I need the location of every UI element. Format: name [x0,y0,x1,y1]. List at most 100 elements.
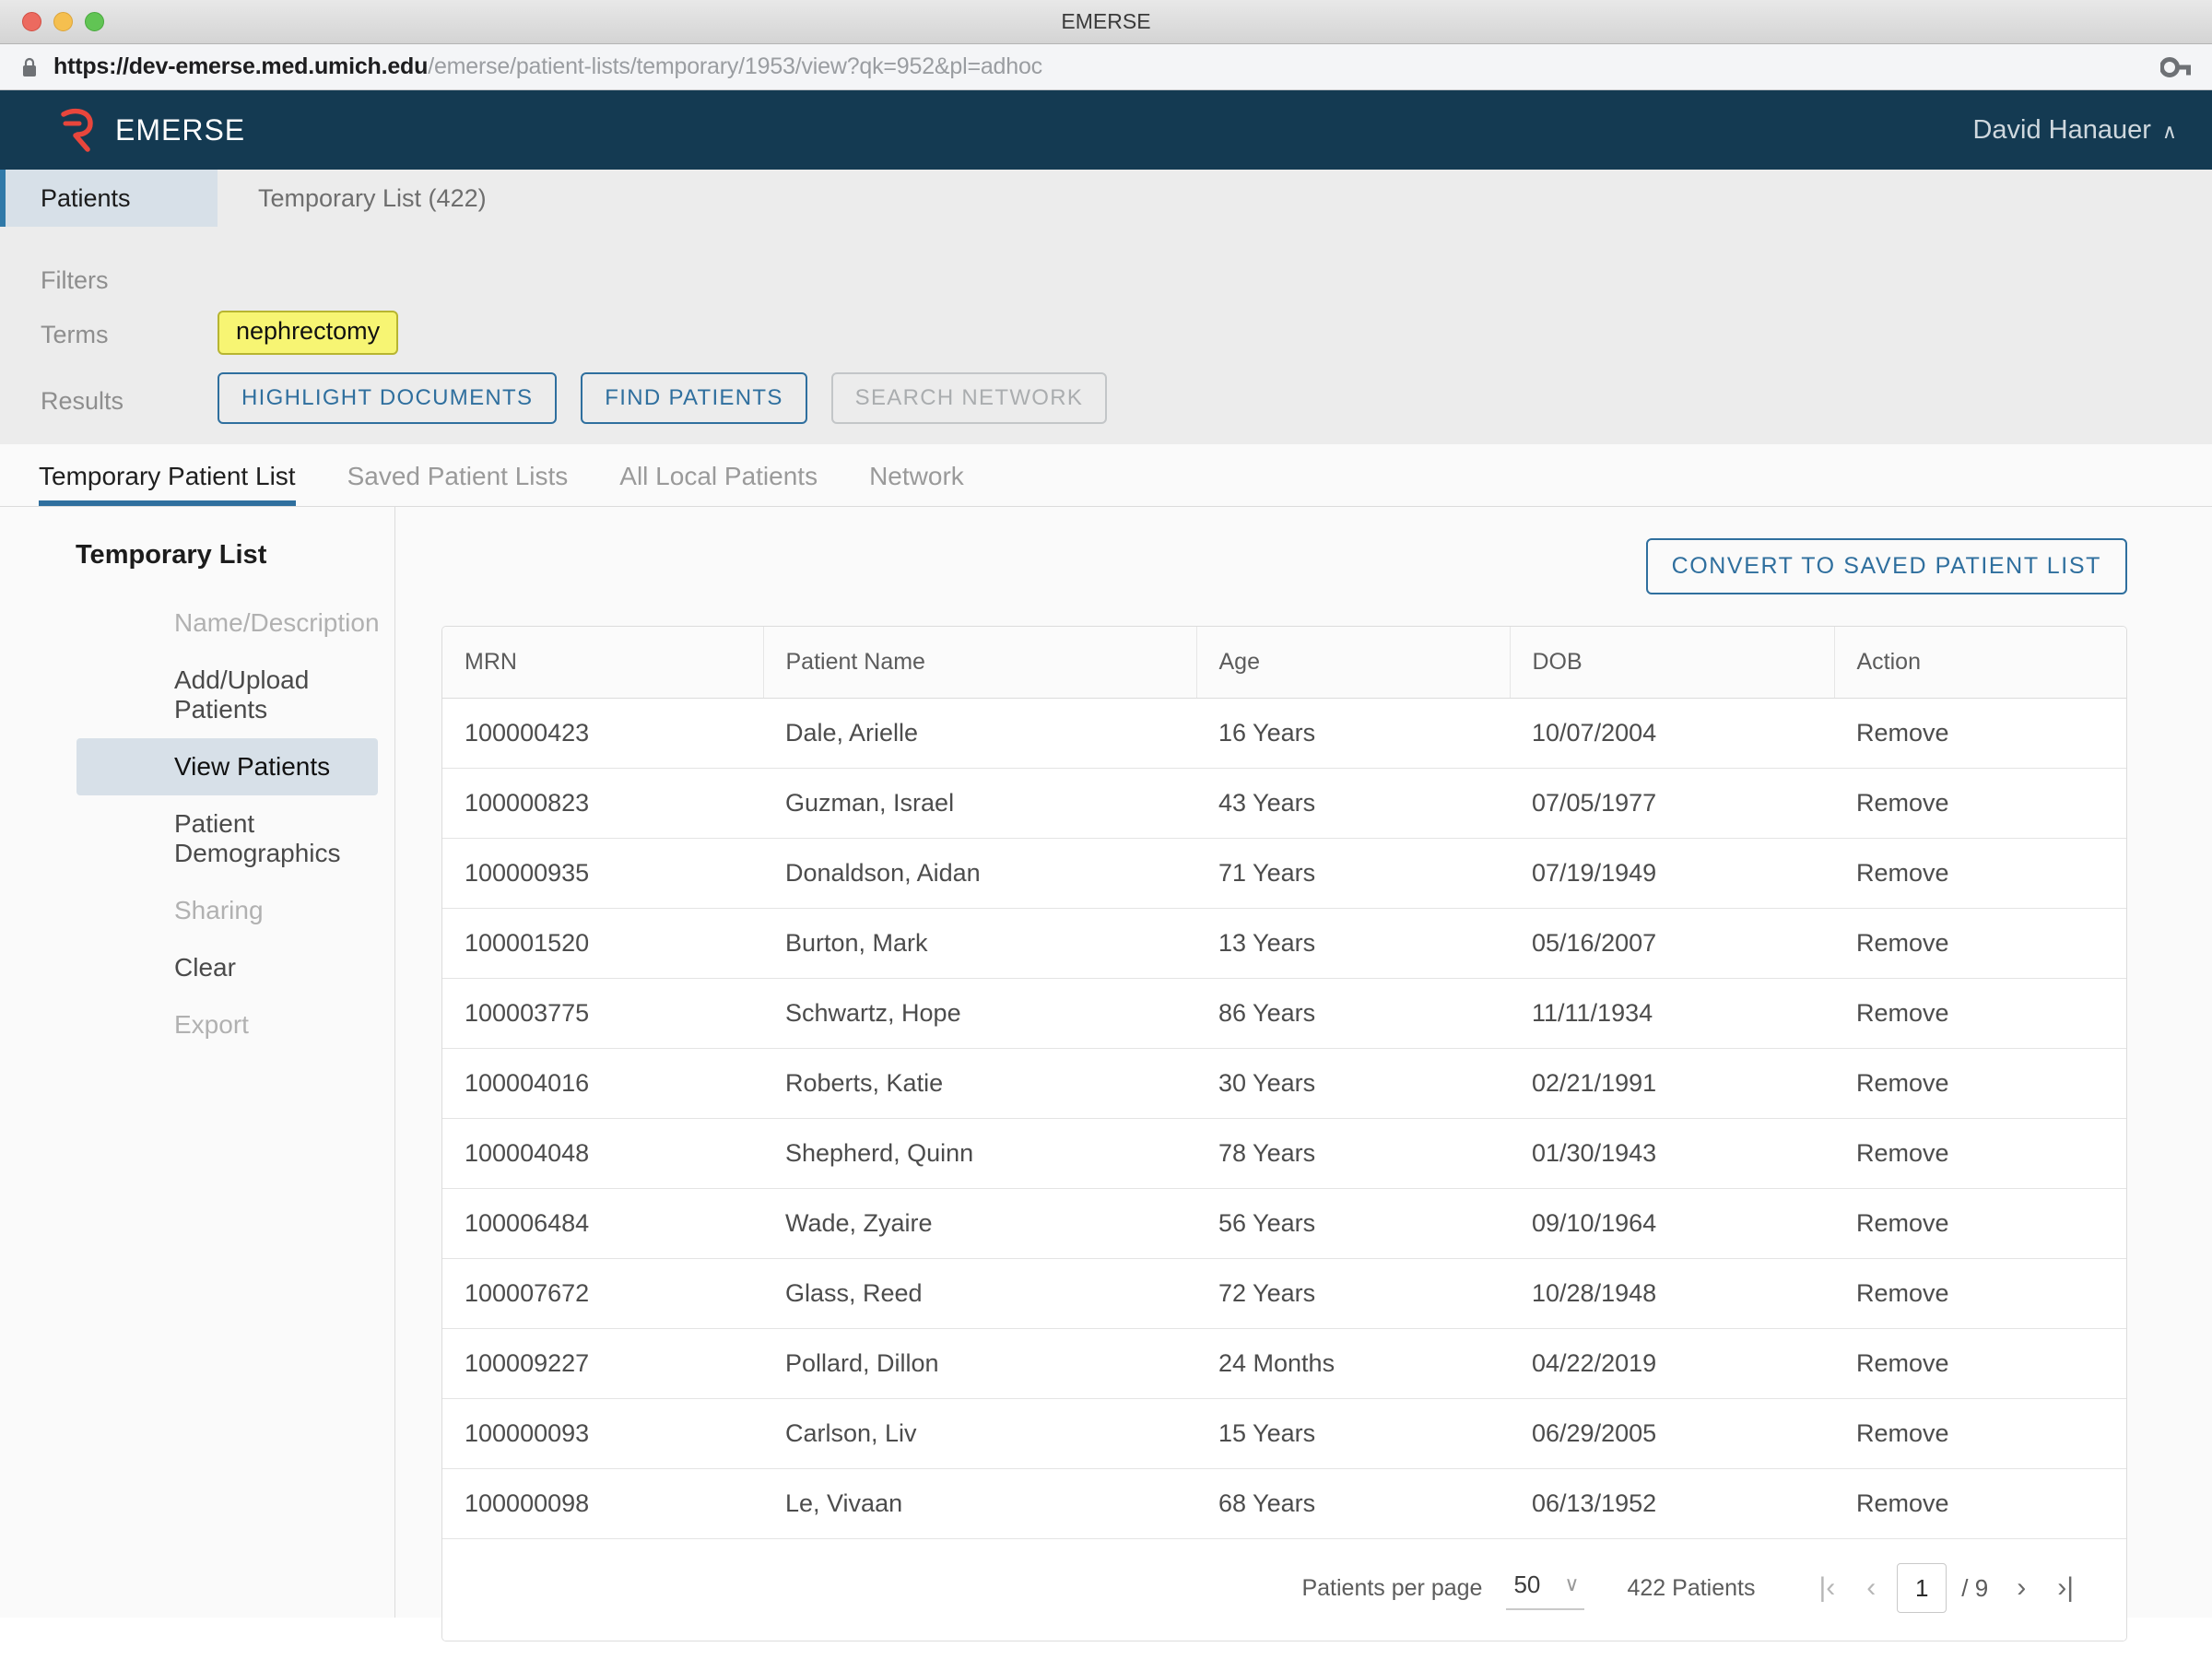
user-name: David Hanauer [1972,114,2151,145]
search-label-filters[interactable]: Filters [0,266,218,295]
cell-mrn: 100009227 [442,1328,763,1399]
main-content: CONVERT TO SAVED PATIENT LIST MRN Patien… [395,507,2212,1641]
main-tabs: Temporary Patient List Saved Patient Lis… [0,444,2212,507]
user-menu[interactable]: David Hanauer ∧ [1972,115,2177,146]
url-path: /emerse/patient-lists/temporary/1953/vie… [428,53,1042,79]
cell-patient-name: Dale, Arielle [763,698,1196,769]
search-label-patients[interactable]: Patients [0,170,218,227]
remove-link[interactable]: Remove [1834,1118,2126,1189]
remove-link[interactable]: Remove [1834,1468,2126,1539]
remove-link[interactable]: Remove [1834,1048,2126,1119]
search-label-terms[interactable]: Terms [0,317,218,349]
first-page-icon[interactable]: |‹ [1803,1574,1851,1602]
key-icon[interactable] [2159,56,2192,77]
search-row-terms: Terms nephrectomy [0,302,2212,363]
table-row: 100009227 Pollard, Dillon 24 Months 04/22/2… [442,1328,2126,1399]
cell-patient-name: Carlson, Liv [763,1398,1196,1469]
cell-mrn: 100000423 [442,698,763,769]
tab-network[interactable]: Network [843,462,990,506]
remove-link[interactable]: Remove [1834,1328,2126,1399]
next-page-icon[interactable]: › [2001,1574,2041,1602]
cell-mrn: 100000098 [442,1468,763,1539]
sidebar: Temporary List Name/Description Add/Uplo… [0,507,395,1618]
sidebar-item-export: Export [174,1010,249,1039]
table-body: 100000423 Dale, Arielle 16 Years 10/07/2004… [442,698,2126,1539]
sidebar-item-clear[interactable]: Clear [76,939,378,996]
term-chip[interactable]: nephrectomy [218,311,399,355]
chevron-up-icon: ∧ [2161,120,2177,143]
sidebar-item-name-description: Name/Description [174,608,380,637]
cell-age: 78 Years [1196,1118,1510,1189]
remove-link[interactable]: Remove [1834,1188,2126,1259]
highlight-documents-button[interactable]: HIGHLIGHT DOCUMENTS [218,372,558,424]
search-row-filters: Filters [0,258,2212,302]
table-row: 100000423 Dale, Arielle 16 Years 10/07/2004… [442,698,2126,769]
cell-dob: 10/28/1948 [1510,1258,1834,1329]
search-panel: Patients Temporary List (422) Filters Te… [0,170,2212,444]
cell-mrn: 100006484 [442,1188,763,1259]
temporary-list-summary: Temporary List (422) [258,183,487,212]
column-header-dob: DOB [1510,627,1835,699]
page-number-input[interactable] [1897,1563,1947,1613]
tab-saved-patient-lists[interactable]: Saved Patient Lists [322,462,594,506]
last-page-icon[interactable]: ›| [2041,1574,2089,1602]
column-header-age: Age [1196,627,1511,699]
cell-age: 72 Years [1196,1258,1510,1329]
sidebar-item-sharing: Sharing [174,896,264,924]
cell-age: 15 Years [1196,1398,1510,1469]
remove-link[interactable]: Remove [1834,978,2126,1049]
cell-age: 13 Years [1196,908,1510,979]
url-text[interactable]: https://dev-emerse.med.umich.edu/emerse/… [53,53,1042,80]
table-header-row: MRN Patient Name Age DOB Action [442,627,2126,699]
find-patients-button[interactable]: FIND PATIENTS [581,372,807,424]
cell-age: 16 Years [1196,698,1510,769]
tab-all-local-patients[interactable]: All Local Patients [594,462,843,506]
per-page-select[interactable]: 50 ∨ [1506,1567,1585,1610]
cell-mrn: 100004016 [442,1048,763,1119]
chevron-down-icon: ∨ [1564,1572,1580,1595]
table-row: 100000098 Le, Vivaan 68 Years 06/13/1952 Rem… [442,1468,2126,1539]
cell-patient-name: Burton, Mark [763,908,1196,979]
total-patients-count: 422 Patients [1627,1574,1756,1601]
remove-link[interactable]: Remove [1834,768,2126,839]
sidebar-item-patient-demographics[interactable]: Patient Demographics [76,795,378,882]
cell-dob: 01/30/1943 [1510,1118,1834,1189]
table-row: 100004048 Shepherd, Quinn 78 Years 01/30/19… [442,1118,2126,1189]
brand-logo[interactable]: EMERSE [59,106,245,154]
term-chip-container: nephrectomy [218,311,399,355]
cell-patient-name: Guzman, Israel [763,768,1196,839]
patients-table: MRN Patient Name Age DOB Action 10000042… [442,627,2126,1539]
column-header-action: Action [1834,627,2126,699]
cell-dob: 10/07/2004 [1510,698,1834,769]
app-header: EMERSE David Hanauer ∧ [0,90,2212,170]
remove-link[interactable]: Remove [1834,698,2126,769]
remove-link[interactable]: Remove [1834,1258,2126,1329]
emerse-logo-icon [59,106,100,154]
remove-link[interactable]: Remove [1834,908,2126,979]
patients-table-card: MRN Patient Name Age DOB Action 10000042… [441,626,2127,1641]
sidebar-item-view-patients[interactable]: View Patients [76,738,378,795]
cell-patient-name: Schwartz, Hope [763,978,1196,1049]
table-row: 100003775 Schwartz, Hope 86 Years 11/11/193… [442,978,2126,1049]
cell-patient-name: Pollard, Dillon [763,1328,1196,1399]
search-label-results[interactable]: Results [0,387,218,416]
cell-age: 86 Years [1196,978,1510,1049]
per-page-label: Patients per page [1301,1574,1483,1601]
pagination-bar: Patients per page 50 ∨ 422 Patients |‹ ‹… [442,1539,2126,1641]
cell-dob: 02/21/1991 [1510,1048,1834,1119]
table-row: 100000823 Guzman, Israel 43 Years 07/05/197… [442,768,2126,839]
remove-link[interactable]: Remove [1834,838,2126,909]
remove-link[interactable]: Remove [1834,1398,2126,1469]
cell-mrn: 100003775 [442,978,763,1049]
cell-patient-name: Donaldson, Aidan [763,838,1196,909]
tab-temporary-patient-list[interactable]: Temporary Patient List [39,462,322,506]
table-row: 100004016 Roberts, Katie 30 Years 02/21/199… [442,1048,2126,1119]
convert-to-saved-patient-list-button[interactable]: CONVERT TO SAVED PATIENT LIST [1645,538,2127,594]
sidebar-item-add-upload-patients[interactable]: Add/Upload Patients [76,652,378,738]
page-total-label: / 9 [1961,1573,1989,1602]
table-row: 100007672 Glass, Reed 72 Years 10/28/1948 Re… [442,1258,2126,1329]
cell-age: 43 Years [1196,768,1510,839]
cell-dob: 07/19/1949 [1510,838,1834,909]
browser-url-bar[interactable]: https://dev-emerse.med.umich.edu/emerse/… [0,44,2212,90]
prev-page-icon[interactable]: ‹ [1851,1574,1891,1602]
